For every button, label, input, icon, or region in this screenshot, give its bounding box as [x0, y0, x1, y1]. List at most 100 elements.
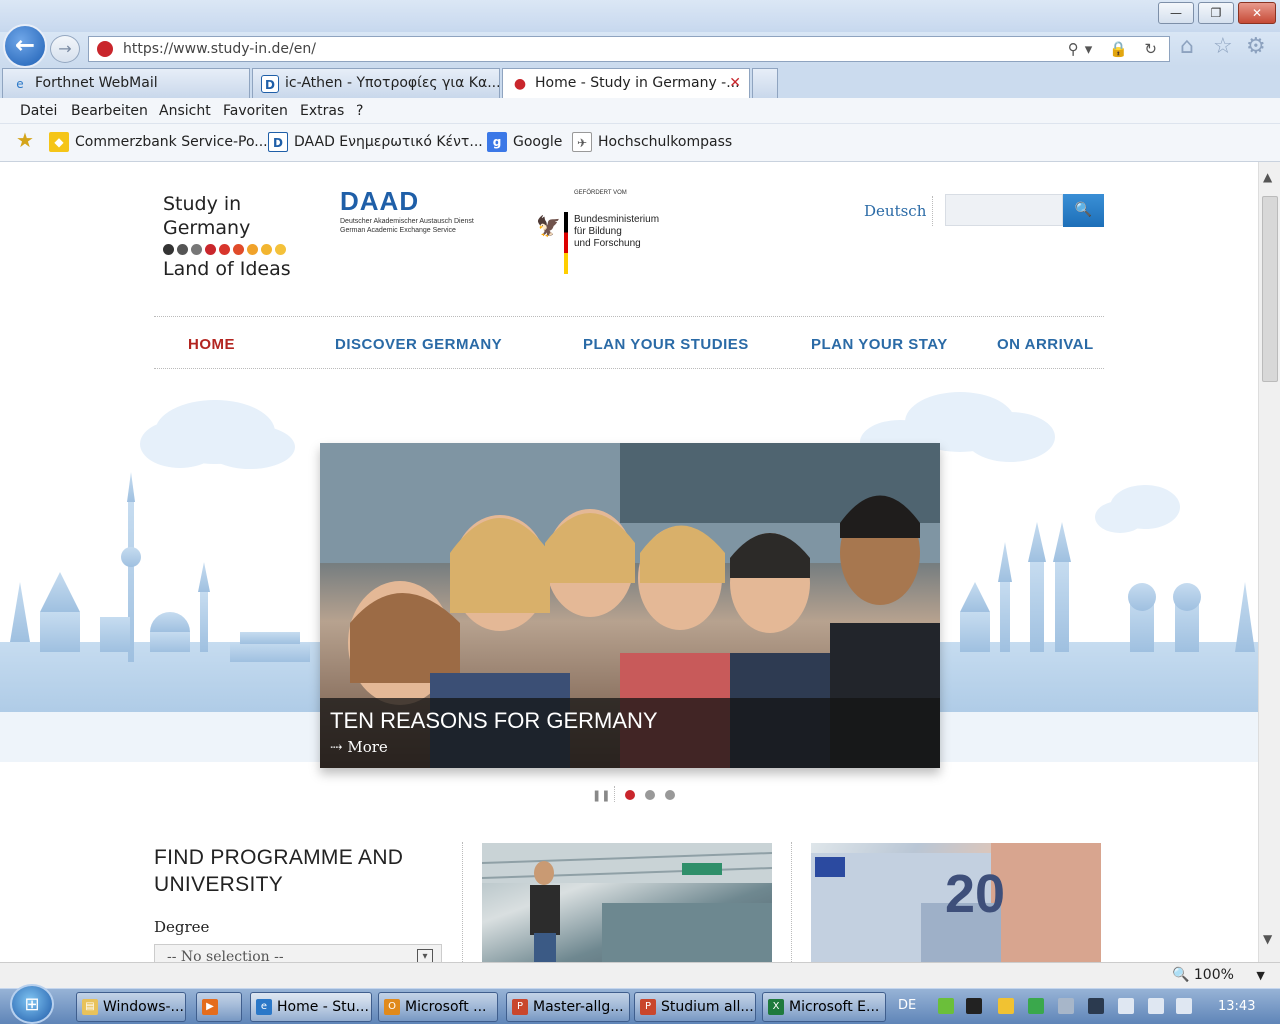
back-button[interactable]: ← — [3, 24, 47, 68]
taskbar-label: Windows-... — [103, 999, 184, 1015]
bmbf-gefoerdert: GEFÖRDERT VOM — [574, 190, 627, 196]
tab-label: Home - Study in Germany -... — [535, 75, 740, 91]
tray-sync-icon[interactable] — [1028, 998, 1044, 1014]
favorite-label: Hochschulkompass — [598, 134, 733, 150]
slider-dot-1[interactable] — [625, 790, 635, 800]
nav-plan-your-studies[interactable]: PLAN YOUR STUDIES — [583, 336, 749, 353]
favorite-label: Commerzbank Service-Po... — [75, 134, 268, 150]
tab-ic-athen[interactable]: D ic-Athen - Υποτροφίες για Κα... — [252, 68, 500, 98]
minimize-button[interactable]: — — [1158, 2, 1194, 24]
daad-icon: D — [261, 75, 279, 93]
close-tab-icon[interactable]: ✕ — [729, 69, 741, 97]
menu-extras[interactable]: Extras — [300, 103, 344, 119]
slider-pause-button[interactable]: ❚❚ — [592, 789, 610, 802]
taskbar-internet-explorer[interactable]: e Home - Stu... — [250, 992, 372, 1022]
language-link-deutsch[interactable]: Deutsch — [864, 202, 926, 220]
address-bar[interactable]: https://www.study-in.de/en/ ⚲▾ 🔒 ↻ — [88, 36, 1170, 62]
menu-ansicht[interactable]: Ansicht — [159, 103, 211, 119]
flag-icon[interactable] — [1118, 998, 1134, 1014]
address-url: https://www.study-in.de/en/ — [123, 41, 316, 57]
system-clock[interactable]: 13:43 — [1218, 999, 1255, 1014]
taskbar-windows-explorer[interactable]: ▤ Windows-... — [76, 992, 186, 1022]
favorite-label: DAAD Ενημερωτικό Κέντ... — [294, 134, 483, 150]
menu-bearbeiten[interactable]: Bearbeiten — [71, 103, 148, 119]
logo-line: Germany — [163, 217, 251, 239]
ie-icon: e — [256, 999, 272, 1015]
nav-divider-top — [154, 316, 1104, 317]
degree-select[interactable]: -- No selection -- ▾ — [154, 944, 442, 962]
volume-icon[interactable] — [1176, 998, 1192, 1014]
nav-home[interactable]: HOME — [188, 336, 235, 353]
taskbar-label: Home - Stu... — [277, 999, 369, 1015]
search-button[interactable]: 🔍 — [1063, 194, 1104, 227]
menu-help[interactable]: ? — [356, 103, 363, 119]
hero-more-link[interactable]: ⇢ More — [330, 738, 388, 756]
maximize-button[interactable]: ❐ — [1198, 2, 1234, 24]
airport-photo — [482, 843, 772, 962]
scroll-thumb[interactable] — [1262, 196, 1278, 382]
excel-icon: X — [768, 999, 784, 1015]
bmbf-line: und Forschung — [574, 238, 641, 249]
favorite-hochschulkompass[interactable]: ✈ Hochschulkompass — [572, 132, 732, 154]
teaser-airport-image[interactable] — [482, 843, 772, 962]
menu-favoriten[interactable]: Favoriten — [223, 103, 288, 119]
new-tab-button[interactable] — [752, 68, 778, 98]
teaser-money-image[interactable]: 20 — [811, 843, 1101, 962]
site-favicon-icon — [97, 41, 113, 57]
media-player-icon: ▶ — [202, 999, 218, 1015]
favorite-daad[interactable]: D DAAD Ενημερωτικό Κέντ... — [268, 132, 483, 154]
scroll-down-icon[interactable]: ▼ — [1263, 932, 1272, 946]
folder-icon: ▤ — [82, 999, 98, 1015]
daad-title: DAAD — [340, 186, 420, 216]
zoom-control[interactable]: 🔍 100% ▼ — [1172, 967, 1265, 983]
gear-icon[interactable]: ⚙ — [1246, 34, 1266, 59]
scroll-up-icon[interactable]: ▲ — [1263, 170, 1272, 184]
favorites-star-icon[interactable]: ☆ — [1213, 34, 1233, 59]
hero-title: TEN REASONS FOR GERMANY — [330, 708, 658, 733]
hero-slide[interactable]: TEN REASONS FOR GERMANY ⇢ More — [320, 443, 940, 768]
home-icon[interactable]: ⌂ — [1180, 34, 1194, 59]
favorite-commerzbank[interactable]: ◆ Commerzbank Service-Po... — [49, 132, 268, 154]
forward-button[interactable]: → — [50, 35, 80, 63]
tab-study-in-germany[interactable]: ● Home - Study in Germany -... ✕ — [502, 68, 750, 98]
page-scrollbar[interactable]: ▲ ▼ — [1258, 162, 1280, 962]
degree-select-value: -- No selection -- — [167, 949, 284, 962]
german-flag-icon — [564, 212, 568, 274]
nav-discover-germany[interactable]: DISCOVER GERMANY — [335, 336, 502, 353]
start-button[interactable]: ⊞ — [10, 984, 54, 1024]
close-window-button[interactable]: ✕ — [1238, 2, 1276, 24]
slider-dot-2[interactable] — [645, 790, 655, 800]
zoom-icon: 🔍 — [1172, 967, 1190, 983]
tray-app-icon[interactable] — [938, 998, 954, 1014]
favorite-google[interactable]: g Google — [487, 132, 562, 154]
menu-datei[interactable]: Datei — [20, 103, 57, 119]
tab-forthnet[interactable]: e Forthnet WebMail — [2, 68, 250, 98]
daad-logo[interactable]: DAAD Deutscher Akademischer Austausch Di… — [340, 186, 474, 235]
network-icon[interactable] — [1148, 998, 1164, 1014]
taskbar-outlook[interactable]: O Microsoft ... — [378, 992, 498, 1022]
taskbar-powerpoint-studium[interactable]: P Studium all... — [634, 992, 756, 1022]
logo-dots-icon — [163, 244, 313, 255]
nav-plan-your-stay[interactable]: PLAN YOUR STAY — [811, 336, 948, 353]
site-search-input[interactable] — [945, 194, 1063, 226]
keyboard-language-indicator[interactable]: DE — [898, 998, 916, 1013]
tray-office-icon[interactable] — [998, 998, 1014, 1014]
taskbar-powerpoint-master[interactable]: P Master-allg... — [506, 992, 630, 1022]
favorites-center-icon[interactable]: ★ — [16, 128, 34, 152]
commerzbank-icon: ◆ — [49, 132, 69, 152]
daad-icon: D — [268, 132, 288, 152]
tray-device-icon[interactable] — [1058, 998, 1074, 1014]
bmbf-logo[interactable]: GEFÖRDERT VOM 🦅 Bundesministerium für Bi… — [536, 190, 659, 274]
nav-on-arrival[interactable]: ON ARRIVAL — [997, 336, 1094, 353]
slider-dot-3[interactable] — [665, 790, 675, 800]
study-in-germany-logo[interactable]: Study in Germany Land of Ideas — [163, 192, 313, 281]
logo-line: Study in — [163, 193, 242, 215]
eagle-icon: 🦅 — [536, 214, 561, 238]
chevron-down-icon: ▼ — [1256, 969, 1265, 982]
taskbar-excel[interactable]: X Microsoft E... — [762, 992, 886, 1022]
taskbar-media-player[interactable]: ▶ — [196, 992, 242, 1022]
address-bar-tools-icon[interactable]: ⚲▾ 🔒 ↻ — [1068, 37, 1163, 61]
tray-display-icon[interactable] — [1088, 998, 1104, 1014]
tray-audio-icon[interactable] — [966, 998, 982, 1014]
powerpoint-icon: P — [640, 999, 656, 1015]
